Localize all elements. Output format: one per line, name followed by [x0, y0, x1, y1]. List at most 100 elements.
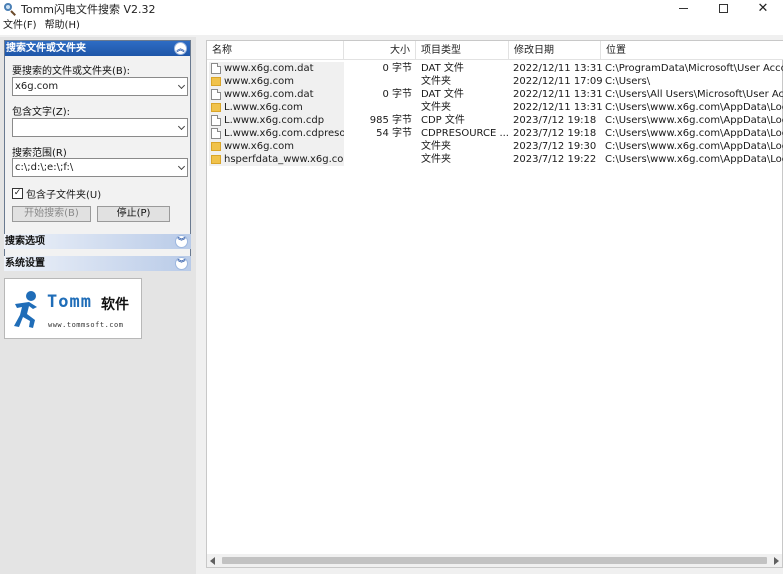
maximize-button[interactable]: [703, 0, 743, 17]
close-icon: ✕: [757, 1, 769, 16]
column-date[interactable]: 修改日期: [509, 41, 601, 60]
file-name-text: L.www.x6g.com.cdp: [224, 115, 325, 126]
subfolder-label: 包含子文件夹(U): [26, 190, 102, 201]
text-label: 包含文字(Z):: [12, 107, 71, 118]
file-size: 54 字节: [376, 128, 412, 139]
file-date: 2023/7/12 19:22: [513, 154, 597, 165]
search-options-section[interactable]: 搜索选项 ︾: [4, 234, 191, 249]
table-row[interactable]: www.x6g.com.dat 0 字节 DAT 文件 2022/12/11 13:3…: [207, 88, 783, 101]
menu-file[interactable]: 文件(F): [0, 17, 41, 35]
file-name-text: www.x6g.com.dat: [224, 63, 314, 74]
file-name: www.x6g.com.dat: [209, 62, 344, 75]
file-name: L.www.x6g.com: [209, 101, 344, 114]
logo-cn: 软件: [101, 297, 129, 313]
file-name: L.www.x6g.com.cdp: [209, 114, 344, 127]
file-size: 0 字节: [382, 89, 412, 100]
list-header: 名称 大小 项目类型 修改日期 位置: [207, 41, 783, 60]
file-type: DAT 文件: [421, 63, 464, 74]
column-location[interactable]: 位置: [601, 41, 783, 60]
file-date: 2022/12/11 13:31: [513, 89, 603, 100]
file-size: [344, 140, 414, 153]
file-name-text: www.x6g.com: [224, 76, 294, 87]
file-location: C:\Users\www.x6g.com\AppData\Local\: [605, 115, 783, 126]
table-row[interactable]: www.x6g.com.dat 0 字节 DAT 文件 2022/12/11 13:3…: [207, 62, 783, 75]
file-type: 文件夹: [421, 76, 451, 87]
folder-icon: [211, 155, 221, 164]
logo-brand: Tomm: [47, 292, 92, 312]
start-search-button[interactable]: 开始搜索(B): [12, 206, 91, 222]
file-size: [344, 101, 414, 114]
file-type: 文件夹: [421, 141, 451, 152]
chevron-down-icon[interactable]: [177, 162, 186, 171]
column-type[interactable]: 项目类型: [416, 41, 509, 60]
text-combo[interactable]: [12, 118, 188, 137]
search-options-title: 搜索选项: [5, 236, 45, 247]
file-type: 文件夹: [421, 154, 451, 165]
file-location: C:\Users\: [605, 76, 651, 87]
table-row[interactable]: L.www.x6g.com.cdp 985 字节 CDP 文件 2023/7/12 1…: [207, 114, 783, 127]
table-row[interactable]: L.www.x6g.com 文件夹 2022/12/11 13:31 C:\Users…: [207, 101, 783, 114]
search-panel-header[interactable]: 搜索文件或文件夹 ︽: [5, 41, 190, 56]
chevron-down-icon[interactable]: [177, 81, 186, 90]
window-title: Tomm闪电文件搜索 V2.32: [21, 2, 156, 16]
search-panel-title: 搜索文件或文件夹: [6, 43, 86, 54]
file-location: C:\Users\www.x6g.com\AppData\Local\: [605, 154, 783, 165]
file-name: hsperfdata_www.x6g.com: [209, 153, 344, 166]
table-row[interactable]: www.x6g.com 文件夹 2023/7/12 19:30 C:\Users\ww…: [207, 140, 783, 153]
name-combo-value: x6g.com: [15, 81, 59, 92]
scope-label: 搜索范围(R): [12, 148, 67, 159]
subfolder-checkbox[interactable]: ✓: [12, 188, 23, 199]
collapse-up-icon[interactable]: ︽: [174, 42, 187, 55]
file-location: C:\Users\www.x6g.com\AppData\Local\: [605, 128, 783, 139]
file-type: CDP 文件: [421, 115, 465, 126]
column-size[interactable]: 大小: [344, 41, 416, 60]
expand-down-icon[interactable]: ︾: [175, 257, 188, 270]
file-type: CDPRESOURCE ...: [421, 128, 509, 139]
minimize-button[interactable]: [663, 0, 703, 17]
system-settings-section[interactable]: 系统设置 ︾: [4, 256, 191, 271]
stop-button[interactable]: 停止(P): [97, 206, 170, 222]
file-name-text: L.www.x6g.com.cdpreso...: [224, 128, 344, 139]
file-date: 2022/12/11 17:09: [513, 76, 603, 87]
maximize-icon: [718, 4, 728, 13]
scope-combo[interactable]: c:\;d:\;e:\;f:\: [12, 158, 188, 177]
scrollbar-thumb[interactable]: [222, 557, 767, 564]
scroll-right-icon[interactable]: [774, 557, 779, 565]
name-combo[interactable]: x6g.com: [12, 77, 188, 96]
file-icon: [211, 63, 221, 74]
table-row[interactable]: www.x6g.com 文件夹 2022/12/11 17:09 C:\Users\: [207, 75, 783, 88]
file-name-text: www.x6g.com.dat: [224, 89, 314, 100]
logo-url: www.tommsoft.com: [48, 321, 124, 329]
scroll-left-icon[interactable]: [210, 557, 215, 565]
minimize-icon: [678, 8, 688, 9]
expand-down-icon[interactable]: ︾: [175, 235, 188, 248]
search-panel: 搜索文件或文件夹 ︽ 要搜索的文件或文件夹(B): x6g.com 包含文字(Z…: [4, 40, 191, 267]
name-label: 要搜索的文件或文件夹(B):: [12, 66, 131, 77]
tommsoft-logo: Tomm 软件 www.tommsoft.com: [4, 278, 142, 339]
system-settings-title: 系统设置: [5, 258, 45, 269]
file-name-text: hsperfdata_www.x6g.com: [224, 154, 344, 165]
file-name-text: www.x6g.com: [224, 141, 294, 152]
folder-icon: [211, 142, 221, 151]
file-name: L.www.x6g.com.cdpreso...: [209, 127, 344, 140]
column-name[interactable]: 名称: [207, 41, 344, 60]
file-name: www.x6g.com: [209, 75, 344, 88]
subfolder-option[interactable]: ✓ 包含子文件夹(U): [12, 186, 101, 201]
close-button[interactable]: ✕: [743, 0, 783, 17]
table-row[interactable]: hsperfdata_www.x6g.com 文件夹 2023/7/12 19:22…: [207, 153, 783, 166]
file-location: C:\Users\www.x6g.com\AppData\Local\: [605, 141, 783, 152]
file-name: www.x6g.com: [209, 140, 344, 153]
table-row[interactable]: L.www.x6g.com.cdpreso... 54 字节 CDPRESOURCE…: [207, 127, 783, 140]
file-type: 文件夹: [421, 102, 451, 113]
magnifier-icon: [3, 2, 17, 16]
running-man-icon: [14, 291, 37, 328]
file-location: C:\Users\All Users\Microsoft\User Acco: [605, 89, 783, 100]
file-date: 2023/7/12 19:18: [513, 128, 597, 139]
horizontal-scrollbar[interactable]: [207, 554, 782, 567]
file-type: DAT 文件: [421, 89, 464, 100]
file-date: 2022/12/11 13:31: [513, 63, 603, 74]
scope-combo-value: c:\;d:\;e:\;f:\: [15, 162, 74, 173]
menu-bar: 文件(F) 帮助(H): [0, 17, 783, 35]
menu-help[interactable]: 帮助(H): [41, 17, 84, 35]
chevron-down-icon[interactable]: [177, 122, 186, 131]
